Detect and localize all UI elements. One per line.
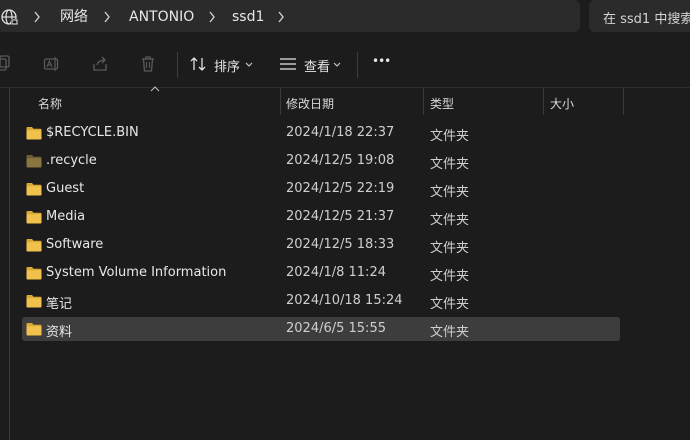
file-name: Software — [46, 237, 104, 252]
file-modified-date: 2024/1/18 22:37 — [286, 125, 395, 140]
toolbar-separator — [357, 52, 358, 78]
view-label: 查看 — [304, 60, 331, 75]
network-globe-icon[interactable] — [0, 8, 18, 26]
file-modified-date: 2024/12/5 19:08 — [286, 153, 395, 168]
folder-icon — [26, 211, 42, 224]
column-type-label: 类型 — [430, 97, 455, 111]
file-name: .recycle — [46, 153, 97, 168]
file-row[interactable]: System Volume Information 2024/1/8 11:24 文… — [22, 261, 620, 285]
file-type: 文件夹 — [430, 297, 470, 312]
more-options-button[interactable]: ••• — [372, 54, 392, 73]
toolbar-separator — [177, 52, 178, 78]
column-header-date[interactable]: 修改日期 — [281, 88, 423, 115]
folder-icon — [26, 267, 42, 280]
file-explorer-window: 网络 ANTONIO ssd1 在 ssd1 中搜索 排序 查看 ••• 名称 … — [0, 0, 690, 440]
file-name: Guest — [46, 181, 85, 196]
breadcrumb-chevron-icon[interactable] — [277, 11, 285, 23]
folder-icon — [26, 323, 42, 336]
folder-icon — [26, 183, 42, 196]
file-name: 资料 — [46, 325, 73, 340]
folder-dim-icon — [26, 155, 42, 168]
file-row[interactable]: .recycle 2024/12/5 19:08 文件夹 — [22, 149, 620, 173]
command-bar: 排序 查看 ••• — [0, 36, 690, 88]
copy-icon[interactable] — [0, 55, 12, 73]
delete-icon[interactable] — [139, 55, 157, 73]
folder-icon — [26, 127, 42, 140]
file-row[interactable]: 笔记 2024/10/18 15:24 文件夹 — [22, 289, 620, 313]
folder-icon — [26, 239, 42, 252]
breadcrumb-chevron-icon — [34, 11, 40, 23]
file-row[interactable]: Guest 2024/12/5 22:19 文件夹 — [22, 177, 620, 201]
file-name: 笔记 — [46, 297, 73, 312]
file-modified-date: 2024/12/5 22:19 — [286, 181, 395, 196]
rename-icon[interactable] — [43, 55, 61, 73]
file-row[interactable]: $RECYCLE.BIN 2024/1/18 22:37 文件夹 — [22, 121, 620, 145]
file-modified-date: 2024/12/5 18:33 — [286, 237, 395, 252]
column-date-label: 修改日期 — [286, 97, 335, 111]
more-options-label: ••• — [372, 54, 391, 68]
chevron-down-icon — [333, 62, 341, 67]
file-name: $RECYCLE.BIN — [46, 125, 139, 140]
search-placeholder: 在 ssd1 中搜索 — [603, 12, 690, 27]
view-button[interactable]: 查看 — [279, 55, 343, 75]
breadcrumb-ssd1[interactable]: ssd1 — [232, 8, 264, 26]
folder-icon — [26, 295, 42, 308]
view-list-icon — [280, 58, 296, 70]
file-row[interactable]: Media 2024/12/5 21:37 文件夹 — [22, 205, 620, 229]
file-modified-date: 2024/12/5 21:37 — [286, 209, 395, 224]
file-type: 文件夹 — [430, 157, 470, 172]
file-type: 文件夹 — [430, 213, 470, 228]
sort-button[interactable]: 排序 — [190, 55, 254, 75]
share-icon[interactable] — [91, 55, 109, 73]
file-type: 文件夹 — [430, 185, 470, 200]
file-modified-date: 2024/10/18 15:24 — [286, 293, 403, 308]
column-header-size[interactable]: 大小 — [544, 88, 623, 115]
file-type: 文件夹 — [430, 269, 470, 284]
column-name-label: 名称 — [38, 97, 63, 111]
file-row[interactable]: 资料 2024/6/5 15:55 文件夹 — [22, 317, 620, 341]
pane-divider — [9, 88, 10, 440]
file-type: 文件夹 — [430, 241, 470, 256]
search-box[interactable]: 在 ssd1 中搜索 — [589, 0, 690, 32]
file-modified-date: 2024/6/5 15:55 — [286, 321, 386, 336]
breadcrumb-chevron-icon — [209, 11, 215, 23]
file-name: System Volume Information — [46, 265, 227, 280]
breadcrumb-chevron-icon — [104, 11, 110, 23]
breadcrumb-antonio[interactable]: ANTONIO — [129, 8, 194, 26]
address-row: 网络 ANTONIO ssd1 在 ssd1 中搜索 — [0, 0, 690, 36]
column-header-type[interactable]: 类型 — [424, 88, 543, 115]
sort-icon — [190, 57, 206, 71]
file-type: 文件夹 — [430, 129, 470, 144]
file-modified-date: 2024/1/8 11:24 — [286, 265, 386, 280]
file-name: Media — [46, 209, 86, 224]
column-size-label: 大小 — [550, 97, 575, 111]
breadcrumb-network[interactable]: 网络 — [60, 8, 88, 26]
file-row[interactable]: Software 2024/12/5 18:33 文件夹 — [22, 233, 620, 257]
chevron-down-icon — [245, 62, 253, 67]
column-divider[interactable] — [623, 88, 624, 115]
sort-label: 排序 — [214, 60, 241, 75]
file-type: 文件夹 — [430, 325, 470, 340]
column-header-name[interactable]: 名称 — [30, 88, 280, 115]
